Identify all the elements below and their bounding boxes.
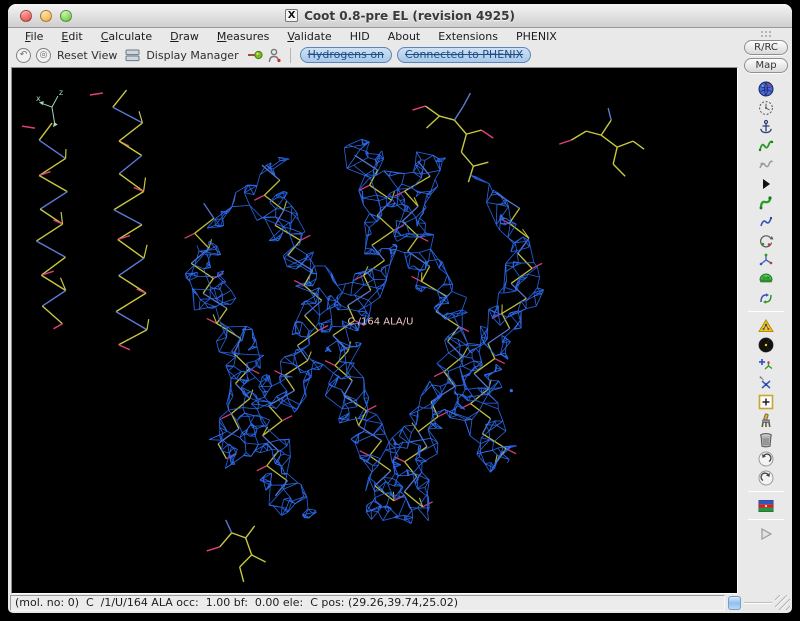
flip-peptide-icon[interactable] bbox=[755, 288, 777, 307]
x11-icon: X bbox=[285, 9, 298, 22]
svg-text:x: x bbox=[36, 94, 41, 103]
mutate-radioactive-icon[interactable] bbox=[755, 335, 777, 354]
scrollbar-thumb[interactable] bbox=[728, 596, 741, 610]
display-manager-button[interactable]: Display Manager bbox=[146, 49, 238, 62]
3d-viewport-frame: x z C /164 ALA/U bbox=[11, 67, 738, 594]
menu-hid[interactable]: HID bbox=[341, 29, 379, 44]
add-alt-conf-icon[interactable] bbox=[755, 373, 777, 392]
reset-view-button[interactable]: Reset View bbox=[57, 49, 117, 62]
rigid-body-anchor-icon[interactable] bbox=[755, 117, 777, 136]
display-manager-icon bbox=[125, 49, 140, 62]
coot-window: X Coot 0.8-pre EL (revision 4925) FileEd… bbox=[8, 4, 792, 613]
edit-backbone-icon[interactable] bbox=[755, 212, 777, 231]
3d-viewport-canvas[interactable]: x z C /164 ALA/U bbox=[12, 68, 737, 593]
menu-about[interactable]: About bbox=[379, 29, 430, 44]
status-row: (mol. no: 0) C /1/U/164 ALA occ: 1.00 bf… bbox=[8, 594, 792, 613]
add-atom-box-icon[interactable] bbox=[755, 392, 777, 411]
pepflip-warning-icon[interactable] bbox=[755, 316, 777, 335]
menubar: FileEditCalculateDrawMeasuresValidateHID… bbox=[8, 28, 740, 44]
refine-sphere-icon[interactable] bbox=[755, 79, 777, 98]
atom-label: C /164 ALA/U bbox=[348, 316, 414, 327]
regularize-clock-icon[interactable] bbox=[755, 98, 777, 117]
window-title: Coot 0.8-pre EL (revision 4925) bbox=[304, 9, 515, 23]
modeling-tools-column: Side bbox=[748, 79, 784, 543]
add-terminal-residue-icon[interactable] bbox=[755, 354, 777, 373]
menu-edit[interactable]: Edit bbox=[52, 29, 91, 44]
rc-mode-button[interactable]: R/RC bbox=[744, 40, 788, 55]
torsion-general-icon[interactable] bbox=[755, 250, 777, 269]
edit-chi-angles-icon[interactable] bbox=[755, 231, 777, 250]
expander-arrow-icon[interactable] bbox=[755, 174, 777, 193]
clear-pending-brush-icon[interactable] bbox=[755, 411, 777, 430]
svg-text:z: z bbox=[59, 88, 63, 97]
toolbar-group-separator bbox=[748, 491, 784, 492]
titlebar[interactable]: X Coot 0.8-pre EL (revision 4925) bbox=[8, 4, 792, 28]
back-arrow-circle-icon[interactable]: ↶ bbox=[16, 48, 31, 63]
menu-measures[interactable]: Measures bbox=[208, 29, 279, 44]
undo-icon[interactable] bbox=[755, 449, 777, 468]
delete-item-trash-icon[interactable] bbox=[755, 430, 777, 449]
map-button[interactable]: Map bbox=[744, 58, 788, 73]
scrollbar-track bbox=[744, 602, 772, 604]
rotate-translate-zone-icon[interactable] bbox=[755, 136, 777, 155]
right-toolbar-panel: R/RC Map Side bbox=[740, 28, 792, 594]
play-expander-icon[interactable] bbox=[755, 524, 777, 543]
toolbar-group-separator bbox=[748, 311, 784, 312]
toolbar-group-separator bbox=[748, 519, 784, 520]
toolbar-separator bbox=[290, 48, 291, 63]
menu-draw[interactable]: Draw bbox=[161, 29, 208, 44]
menu-phenix[interactable]: PHENIX bbox=[507, 29, 566, 44]
detach-grip-icon[interactable] bbox=[760, 30, 772, 38]
menu-calculate[interactable]: Calculate bbox=[92, 29, 161, 44]
rotamer-outline-icon[interactable] bbox=[755, 155, 777, 174]
menu-extensions[interactable]: Extensions bbox=[429, 29, 507, 44]
hydrogens-toggle-button[interactable]: Hydrogens on bbox=[300, 47, 392, 63]
menu-validate[interactable]: Validate bbox=[278, 29, 340, 44]
window-title-wrap: X Coot 0.8-pre EL (revision 4925) bbox=[8, 9, 792, 23]
auto-fit-rotamer-icon[interactable] bbox=[755, 193, 777, 212]
side-chain-180-icon[interactable]: Side bbox=[755, 269, 777, 288]
window-resize-grip[interactable] bbox=[775, 595, 790, 610]
status-bar-text: (mol. no: 0) C /1/U/164 ALA occ: 1.00 bf… bbox=[10, 595, 725, 611]
redo-icon[interactable] bbox=[755, 468, 777, 487]
center-view-circle-icon[interactable]: ◎ bbox=[36, 48, 51, 63]
person-icon[interactable] bbox=[268, 48, 281, 63]
svg-text:Side: Side bbox=[762, 276, 771, 280]
toolbar: ↶ ◎ Reset View Display Manager bbox=[8, 44, 740, 66]
phenix-connection-button[interactable]: Connected to PHENIX bbox=[397, 47, 531, 63]
run-refmac-flag-icon[interactable] bbox=[755, 496, 777, 515]
key-icon[interactable] bbox=[247, 49, 263, 61]
menu-file[interactable]: File bbox=[16, 29, 52, 44]
